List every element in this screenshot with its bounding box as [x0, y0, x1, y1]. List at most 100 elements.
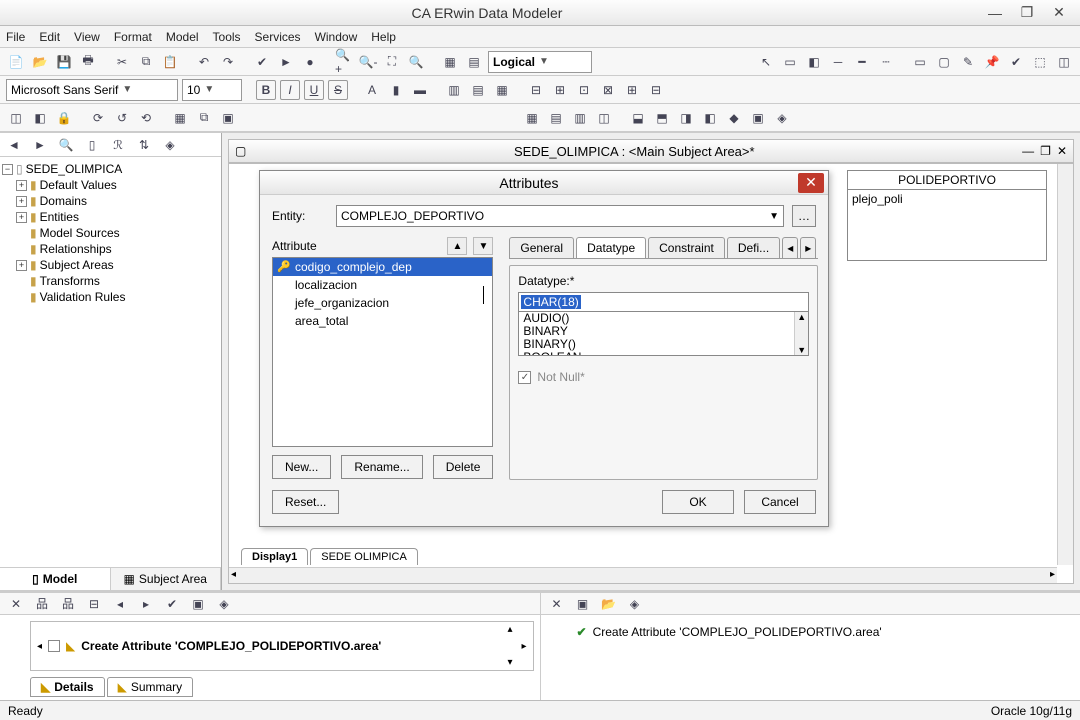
tree-tag-icon[interactable]: ◈: [160, 135, 180, 155]
bl-i7-icon[interactable]: ✔: [162, 594, 182, 614]
tree-item-trans[interactable]: Transforms: [40, 274, 100, 288]
tab-model[interactable]: ▯Model: [0, 568, 111, 590]
scroll-up-icon[interactable]: ▴: [507, 624, 512, 635]
dist6-icon[interactable]: ⊟: [646, 80, 666, 100]
zoom-in-icon[interactable]: 🔍+: [334, 52, 354, 72]
bl-i2-icon[interactable]: 品: [32, 594, 52, 614]
horizontal-scrollbar[interactable]: ◂ ▸: [229, 567, 1057, 583]
open-icon[interactable]: 📂: [30, 52, 50, 72]
tab-datatype[interactable]: Datatype: [576, 237, 646, 258]
scroll-down-icon[interactable]: ▾: [507, 657, 512, 668]
fill-icon[interactable]: ▮: [386, 80, 406, 100]
move-down-button[interactable]: ▼: [473, 237, 493, 255]
save-icon[interactable]: 💾: [54, 52, 74, 72]
scroll-right-icon[interactable]: ▸: [521, 641, 526, 652]
bl-i8-icon[interactable]: ▣: [188, 594, 208, 614]
list-item[interactable]: 🔑codigo_complejo_dep: [273, 258, 492, 276]
menu-edit[interactable]: Edit: [39, 30, 60, 44]
check-icon[interactable]: ✔: [1006, 52, 1026, 72]
tab-display1[interactable]: Display1: [241, 548, 308, 565]
br-i4-icon[interactable]: ◈: [625, 594, 645, 614]
tab-summary[interactable]: ◣Summary: [107, 677, 194, 697]
tree-col1-icon[interactable]: ▯: [82, 135, 102, 155]
tab-general[interactable]: General: [509, 237, 574, 258]
tab-scroll-left[interactable]: ◂: [782, 237, 798, 258]
list-item[interactable]: jefe_organizacion: [273, 294, 492, 312]
zoom-out-icon[interactable]: 🔍-: [358, 52, 378, 72]
pin-icon[interactable]: 📌: [982, 52, 1002, 72]
br-i2-icon[interactable]: ▣: [573, 594, 593, 614]
bold-button[interactable]: B: [256, 80, 276, 100]
entity-tool-icon[interactable]: ▭: [780, 52, 800, 72]
menu-window[interactable]: Window: [315, 30, 358, 44]
delete-button[interactable]: Delete: [433, 455, 494, 479]
bl-i4-icon[interactable]: ⊟: [84, 594, 104, 614]
doc-close-button[interactable]: ✕: [1057, 144, 1067, 158]
list-item[interactable]: area_total: [273, 312, 492, 330]
menu-file[interactable]: File: [6, 30, 25, 44]
datatype-dropdown[interactable]: AUDIO() BINARY BINARY() BOOLEAN ▲▼: [518, 312, 809, 356]
dist4-icon[interactable]: ⊠: [598, 80, 618, 100]
italic-button[interactable]: I: [280, 80, 300, 100]
font-combo[interactable]: Microsoft Sans Serif ▼: [6, 79, 178, 101]
dist5-icon[interactable]: ⊞: [622, 80, 642, 100]
grp2-icon[interactable]: ▤: [546, 108, 566, 128]
new-icon[interactable]: 📄: [6, 52, 26, 72]
tree-item-rel[interactable]: Relationships: [40, 242, 112, 256]
menu-format[interactable]: Format: [114, 30, 152, 44]
list-item[interactable]: BOOLEAN: [519, 351, 808, 356]
grp4-icon[interactable]: ◫: [594, 108, 614, 128]
nonident-rel-icon[interactable]: ┄: [876, 52, 896, 72]
entity-box[interactable]: POLIDEPORTIVO plejo_poli: [847, 170, 1047, 261]
t3-4-icon[interactable]: ⟳: [88, 108, 108, 128]
tree-find-icon[interactable]: 🔍: [56, 135, 76, 155]
subtype-tool-icon[interactable]: ◧: [804, 52, 824, 72]
tree-item-domains[interactable]: Domains: [40, 194, 87, 208]
t3-1-icon[interactable]: ◫: [6, 108, 26, 128]
undo-icon[interactable]: ↶: [194, 52, 214, 72]
expand-icon[interactable]: +: [16, 180, 27, 191]
t3-3-icon[interactable]: 🔒: [54, 108, 74, 128]
ident-rel-icon[interactable]: ━: [852, 52, 872, 72]
tree-back-icon[interactable]: ◄: [4, 135, 24, 155]
scrollbar[interactable]: ▲▼: [794, 312, 808, 355]
go-icon[interactable]: ►: [276, 52, 296, 72]
al4-icon[interactable]: ◧: [700, 108, 720, 128]
expand-icon[interactable]: +: [16, 260, 27, 271]
rename-button[interactable]: Rename...: [341, 455, 422, 479]
new-button[interactable]: New...: [272, 455, 331, 479]
ok-button[interactable]: OK: [662, 490, 734, 514]
tab-subject-area[interactable]: ▦Subject Area: [111, 568, 222, 590]
dialog-close-button[interactable]: ✕: [798, 173, 824, 193]
bl-i1-icon[interactable]: ✕: [6, 594, 26, 614]
maximize-button[interactable]: ❐: [1016, 4, 1038, 22]
grid-icon[interactable]: ▦: [440, 52, 460, 72]
menu-view[interactable]: View: [74, 30, 100, 44]
menu-model[interactable]: Model: [166, 30, 199, 44]
bl-i3-icon[interactable]: 品: [58, 594, 78, 614]
tree-sort-icon[interactable]: ⇅: [134, 135, 154, 155]
stop-icon[interactable]: ●: [300, 52, 320, 72]
view-combo[interactable]: Logical ▼: [488, 51, 592, 73]
cancel-button[interactable]: Cancel: [744, 490, 816, 514]
tab-details[interactable]: ◣Details: [30, 677, 105, 697]
copy-icon[interactable]: ⧉: [136, 52, 156, 72]
region-icon[interactable]: ◫: [1054, 52, 1074, 72]
bl-i5-icon[interactable]: ◂: [110, 594, 130, 614]
al6-icon[interactable]: ▣: [748, 108, 768, 128]
zoom-tool-icon[interactable]: 🔍: [406, 52, 426, 72]
tab-sede[interactable]: SEDE OLIMPICA: [310, 548, 418, 565]
tree-fwd-icon[interactable]: ►: [30, 135, 50, 155]
grp3-icon[interactable]: ▥: [570, 108, 590, 128]
color-a-icon[interactable]: A: [362, 80, 382, 100]
tree-item-subj[interactable]: Subject Areas: [40, 258, 114, 272]
tree-item-sources[interactable]: Model Sources: [40, 226, 120, 240]
cut-icon[interactable]: ✂: [112, 52, 132, 72]
tree-col2-icon[interactable]: ℛ: [108, 135, 128, 155]
zoom-fit-icon[interactable]: ⛶: [382, 52, 402, 72]
attribute-list[interactable]: 🔑codigo_complejo_dep localizacion jefe_o…: [272, 257, 493, 447]
datatype-input[interactable]: CHAR(18): [518, 292, 809, 312]
paste-icon[interactable]: 📋: [160, 52, 180, 72]
vertical-scrollbar[interactable]: [1057, 164, 1073, 565]
t3-5-icon[interactable]: ↺: [112, 108, 132, 128]
